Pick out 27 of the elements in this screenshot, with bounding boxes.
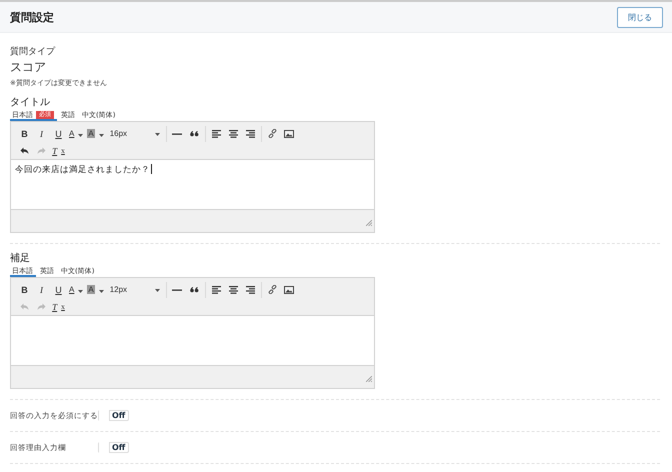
- caret-icon: [78, 134, 84, 136]
- field-label: タイトル: [10, 96, 51, 109]
- text-color-button[interactable]: A: [67, 126, 86, 141]
- caret-icon: [78, 290, 84, 292]
- background-color-button[interactable]: A: [85, 126, 106, 141]
- caret-icon: [154, 289, 160, 292]
- close-button[interactable]: 閉じる: [617, 6, 663, 28]
- field-label: 補足: [10, 252, 31, 265]
- toggle-switch[interactable]: Off: [98, 442, 130, 453]
- question-type-value: スコア: [10, 59, 47, 76]
- background-color-button[interactable]: A: [85, 282, 106, 297]
- font-size-dropdown[interactable]: 12px: [106, 282, 164, 297]
- bold-button[interactable]: B: [16, 282, 33, 297]
- field-label: 質問タイプ: [10, 45, 56, 58]
- caret-icon: [154, 133, 160, 136]
- caret-icon: [98, 134, 104, 136]
- toggle-switch[interactable]: Off: [98, 410, 130, 421]
- text-color-button[interactable]: A: [67, 282, 86, 297]
- window-title: 質問設定: [10, 10, 54, 24]
- caret-icon: [98, 290, 104, 292]
- underline-button[interactable]: U: [50, 126, 67, 141]
- italic-button[interactable]: I: [33, 282, 50, 297]
- editor-text: 今回の来店は満足されましたか？: [15, 165, 150, 175]
- bold-button[interactable]: B: [16, 126, 33, 141]
- font-size-dropdown[interactable]: 16px: [106, 126, 164, 141]
- underline-button[interactable]: U: [50, 282, 67, 297]
- italic-button[interactable]: I: [33, 126, 50, 141]
